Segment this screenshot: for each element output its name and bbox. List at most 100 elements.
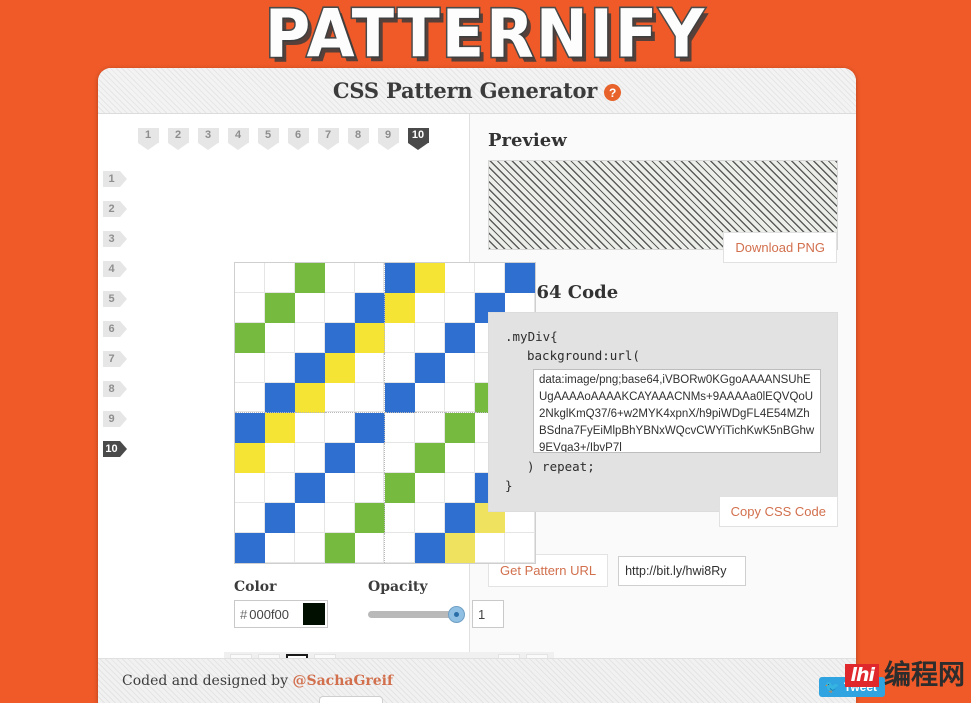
opacity-value-input[interactable]	[472, 600, 504, 628]
grid-cell[interactable]	[415, 503, 445, 533]
grid-cell[interactable]	[325, 413, 355, 443]
grid-cell[interactable]	[265, 383, 295, 413]
grid-cell[interactable]	[265, 443, 295, 473]
grid-cell[interactable]	[415, 533, 445, 563]
grid-cell[interactable]	[265, 533, 295, 563]
grid-cell[interactable]	[355, 413, 385, 443]
grid-row-header-8[interactable]: 8	[103, 374, 128, 404]
grid-cell[interactable]	[235, 383, 265, 413]
grid-cell[interactable]	[385, 353, 415, 383]
grid-cell[interactable]	[325, 293, 355, 323]
grid-cell[interactable]	[385, 443, 415, 473]
grid-cell[interactable]	[445, 503, 475, 533]
color-swatch[interactable]	[303, 603, 325, 625]
grid-cell[interactable]	[325, 353, 355, 383]
grid-cell[interactable]	[325, 263, 355, 293]
grid-cell[interactable]	[415, 293, 445, 323]
grid-cell[interactable]	[505, 533, 535, 563]
grid-cell[interactable]	[415, 323, 445, 353]
grid-cell[interactable]	[445, 323, 475, 353]
grid-cell[interactable]	[445, 353, 475, 383]
grid-cell[interactable]	[415, 443, 445, 473]
grid-cell[interactable]	[235, 293, 265, 323]
grid-cell[interactable]	[355, 533, 385, 563]
help-icon[interactable]: ?	[604, 84, 622, 101]
grid-cell[interactable]	[505, 263, 535, 293]
grid-row-header-6[interactable]: 6	[103, 314, 128, 344]
grid-cell[interactable]	[235, 353, 265, 383]
grid-cell[interactable]	[265, 263, 295, 293]
grid-column-header-3[interactable]: 3	[193, 124, 223, 150]
grid-cell[interactable]	[325, 503, 355, 533]
grid-cell[interactable]	[325, 533, 355, 563]
grid-cell[interactable]	[385, 293, 415, 323]
grid-cell[interactable]	[445, 263, 475, 293]
grid-cell[interactable]	[325, 443, 355, 473]
grid-cell[interactable]	[295, 353, 325, 383]
grid-cell[interactable]	[385, 323, 415, 353]
grid-cell[interactable]	[445, 443, 475, 473]
grid-column-header-10[interactable]: 10	[403, 124, 433, 150]
grid-cell[interactable]	[325, 323, 355, 353]
color-input-wrapper[interactable]: #	[234, 600, 328, 628]
color-hex-input[interactable]	[249, 606, 300, 622]
grid-cell[interactable]	[295, 293, 325, 323]
grid-cell[interactable]	[475, 263, 505, 293]
tab-color[interactable]: Color	[318, 696, 383, 703]
grid-cell[interactable]	[265, 503, 295, 533]
grid-cell[interactable]	[235, 323, 265, 353]
grid-cell[interactable]	[325, 473, 355, 503]
grid-row-header-3[interactable]: 3	[103, 224, 128, 254]
grid-cell[interactable]	[265, 293, 295, 323]
grid-cell[interactable]	[235, 263, 265, 293]
grid-cell[interactable]	[385, 263, 415, 293]
grid-cell[interactable]	[385, 503, 415, 533]
grid-column-header-7[interactable]: 7	[313, 124, 343, 150]
grid-cell[interactable]	[235, 413, 265, 443]
copy-css-code-button[interactable]: Copy CSS Code	[718, 496, 838, 527]
grid-column-header-5[interactable]: 5	[253, 124, 283, 150]
grid-cell[interactable]	[295, 533, 325, 563]
grid-column-header-1[interactable]: 1	[133, 124, 163, 150]
footer-author-link[interactable]: @SachaGreif	[292, 673, 393, 689]
grid-cell[interactable]	[385, 383, 415, 413]
grid-cell[interactable]	[445, 413, 475, 443]
grid-row-header-7[interactable]: 7	[103, 344, 128, 374]
grid-cell[interactable]	[415, 473, 445, 503]
grid-cell[interactable]	[415, 263, 445, 293]
grid-cell[interactable]	[385, 413, 415, 443]
grid-row-header-2[interactable]: 2	[103, 194, 128, 224]
grid-cell[interactable]	[355, 323, 385, 353]
grid-column-header-2[interactable]: 2	[163, 124, 193, 150]
grid-cell[interactable]	[265, 353, 295, 383]
grid-cell[interactable]	[355, 473, 385, 503]
grid-cell[interactable]	[235, 503, 265, 533]
grid-cell[interactable]	[235, 473, 265, 503]
grid-cell[interactable]	[355, 293, 385, 323]
grid-cell[interactable]	[355, 443, 385, 473]
grid-cell[interactable]	[295, 473, 325, 503]
grid-cell[interactable]	[385, 473, 415, 503]
grid-column-header-6[interactable]: 6	[283, 124, 313, 150]
grid-row-header-5[interactable]: 5	[103, 284, 128, 314]
grid-cell[interactable]	[355, 503, 385, 533]
grid-row-header-1[interactable]: 1	[103, 164, 128, 194]
grid-cell[interactable]	[445, 383, 475, 413]
grid-cell[interactable]	[295, 323, 325, 353]
grid-column-header-9[interactable]: 9	[373, 124, 403, 150]
grid-cell[interactable]	[445, 293, 475, 323]
grid-cell[interactable]	[265, 323, 295, 353]
grid-cell[interactable]	[295, 263, 325, 293]
grid-cell[interactable]	[445, 473, 475, 503]
grid-cell[interactable]	[475, 533, 505, 563]
grid-column-header-4[interactable]: 4	[223, 124, 253, 150]
download-png-button[interactable]: Download PNG	[723, 232, 837, 263]
grid-cell[interactable]	[295, 413, 325, 443]
grid-row-header-10[interactable]: 10	[103, 434, 128, 464]
grid-cell[interactable]	[235, 443, 265, 473]
grid-cell[interactable]	[325, 383, 355, 413]
grid-column-header-8[interactable]: 8	[343, 124, 373, 150]
grid-cell[interactable]	[355, 353, 385, 383]
opacity-slider[interactable]	[368, 605, 465, 623]
grid-cell[interactable]	[295, 383, 325, 413]
